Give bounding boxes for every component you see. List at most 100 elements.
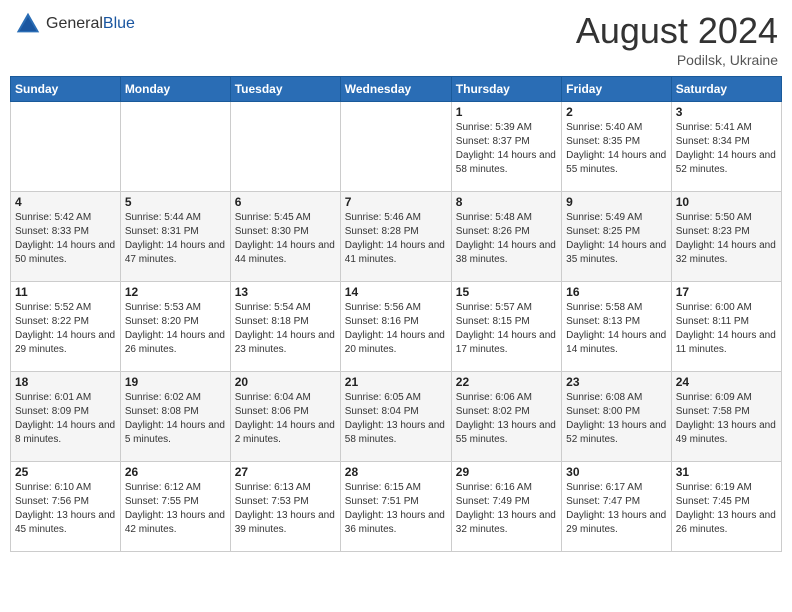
day-header-thursday: Thursday (451, 77, 561, 102)
day-number: 25 (15, 465, 116, 479)
day-header-saturday: Saturday (671, 77, 781, 102)
calendar-cell: 25 Sunrise: 6:10 AMSunset: 7:56 PMDayligh… (11, 462, 121, 552)
logo-blue: Blue (103, 15, 135, 32)
day-info: Sunrise: 5:45 AMSunset: 8:30 PMDaylight:… (235, 211, 336, 267)
day-info: Sunrise: 5:54 AMSunset: 8:18 PMDaylight:… (235, 301, 336, 357)
day-info: Sunrise: 5:40 AMSunset: 8:35 PMDaylight:… (566, 121, 667, 177)
day-info: Sunrise: 6:05 AMSunset: 8:04 PMDaylight:… (345, 391, 447, 447)
day-number: 12 (125, 285, 226, 299)
calendar-cell: 13Sunrise: 5:54 AMSunset: 8:18 PMDayligh… (230, 282, 340, 372)
day-number: 31 (676, 465, 777, 479)
day-number: 4 (15, 195, 116, 209)
day-header-monday: Monday (120, 77, 230, 102)
calendar-cell: 21 Sunrise: 6:05 AMSunset: 8:04 PMDayligh… (340, 372, 451, 462)
day-number: 28 (345, 465, 447, 479)
day-info: Sunrise: 6:16 AMSunset: 7:49 PMDaylight:… (456, 481, 557, 537)
calendar-body: 1 Sunrise: 5:39 AMSunset: 8:37 PMDaylight… (11, 102, 782, 552)
calendar-cell: 10 Sunrise: 5:50 AMSunset: 8:23 PMDayligh… (671, 192, 781, 282)
day-info: Sunrise: 5:49 AMSunset: 8:25 PMDaylight:… (566, 211, 667, 267)
calendar-cell: 16 Sunrise: 5:58 AMSunset: 8:13 PMDayligh… (562, 282, 672, 372)
calendar-cell: 22Sunrise: 6:06 AMSunset: 8:02 PMDayligh… (451, 372, 561, 462)
calendar-table: SundayMondayTuesdayWednesdayThursdayFrid… (10, 76, 782, 552)
calendar-week-3: 11Sunrise: 5:52 AMSunset: 8:22 PMDayligh… (11, 282, 782, 372)
title-block: August 2024 Podilsk, Ukraine (576, 10, 778, 68)
calendar-cell: 20 Sunrise: 6:04 AMSunset: 8:06 PMDayligh… (230, 372, 340, 462)
calendar-cell (120, 102, 230, 192)
day-info: Sunrise: 5:58 AMSunset: 8:13 PMDaylight:… (566, 301, 667, 357)
calendar-cell: 1 Sunrise: 5:39 AMSunset: 8:37 PMDaylight… (451, 102, 561, 192)
calendar-cell: 19 Sunrise: 6:02 AMSunset: 8:08 PMDayligh… (120, 372, 230, 462)
day-header-friday: Friday (562, 77, 672, 102)
day-number: 21 (345, 375, 447, 389)
day-info: Sunrise: 5:48 AMSunset: 8:26 PMDaylight:… (456, 211, 557, 267)
calendar-cell: 30Sunrise: 6:17 AMSunset: 7:47 PMDayligh… (562, 462, 672, 552)
calendar-cell: 5 Sunrise: 5:44 AMSunset: 8:31 PMDaylight… (120, 192, 230, 282)
day-info: Sunrise: 6:01 AMSunset: 8:09 PMDaylight:… (15, 391, 116, 447)
calendar-cell: 15 Sunrise: 5:57 AMSunset: 8:15 PMDayligh… (451, 282, 561, 372)
calendar-cell: 9 Sunrise: 5:49 AMSunset: 8:25 PMDaylight… (562, 192, 672, 282)
day-info: Sunrise: 6:08 AMSunset: 8:00 PMDaylight:… (566, 391, 667, 447)
day-header-row: SundayMondayTuesdayWednesdayThursdayFrid… (11, 77, 782, 102)
calendar-cell: 11Sunrise: 5:52 AMSunset: 8:22 PMDayligh… (11, 282, 121, 372)
calendar-week-5: 25 Sunrise: 6:10 AMSunset: 7:56 PMDayligh… (11, 462, 782, 552)
logo-text: GeneralBlue (46, 15, 135, 33)
logo: GeneralBlue (14, 10, 135, 38)
logo-general: General (46, 15, 103, 32)
day-info: Sunrise: 6:06 AMSunset: 8:02 PMDaylight:… (456, 391, 557, 447)
day-info: Sunrise: 6:10 AMSunset: 7:56 PMDaylight:… (15, 481, 116, 537)
day-info: Sunrise: 6:04 AMSunset: 8:06 PMDaylight:… (235, 391, 336, 447)
day-info: Sunrise: 5:53 AMSunset: 8:20 PMDaylight:… (125, 301, 226, 357)
calendar-cell: 28Sunrise: 6:15 AMSunset: 7:51 PMDayligh… (340, 462, 451, 552)
day-number: 14 (345, 285, 447, 299)
day-number: 24 (676, 375, 777, 389)
day-number: 15 (456, 285, 557, 299)
day-info: Sunrise: 5:41 AMSunset: 8:34 PMDaylight:… (676, 121, 777, 177)
day-number: 29 (456, 465, 557, 479)
day-number: 9 (566, 195, 667, 209)
day-info: Sunrise: 5:44 AMSunset: 8:31 PMDaylight:… (125, 211, 226, 267)
day-info: Sunrise: 5:52 AMSunset: 8:22 PMDaylight:… (15, 301, 116, 357)
day-number: 27 (235, 465, 336, 479)
day-info: Sunrise: 5:42 AMSunset: 8:33 PMDaylight:… (15, 211, 116, 267)
month-year: August 2024 (576, 10, 778, 52)
day-number: 10 (676, 195, 777, 209)
day-number: 8 (456, 195, 557, 209)
day-number: 5 (125, 195, 226, 209)
calendar-cell: 4 Sunrise: 5:42 AMSunset: 8:33 PMDaylight… (11, 192, 121, 282)
calendar-cell (11, 102, 121, 192)
logo-icon (14, 10, 42, 38)
calendar-week-2: 4 Sunrise: 5:42 AMSunset: 8:33 PMDaylight… (11, 192, 782, 282)
day-info: Sunrise: 5:56 AMSunset: 8:16 PMDaylight:… (345, 301, 447, 357)
calendar-cell: 31Sunrise: 6:19 AMSunset: 7:45 PMDayligh… (671, 462, 781, 552)
day-header-wednesday: Wednesday (340, 77, 451, 102)
calendar-cell (340, 102, 451, 192)
calendar-cell: 17Sunrise: 6:00 AMSunset: 8:11 PMDayligh… (671, 282, 781, 372)
day-number: 23 (566, 375, 667, 389)
day-header-tuesday: Tuesday (230, 77, 340, 102)
day-info: Sunrise: 5:39 AMSunset: 8:37 PMDaylight:… (456, 121, 557, 177)
day-number: 19 (125, 375, 226, 389)
day-number: 3 (676, 105, 777, 119)
day-number: 30 (566, 465, 667, 479)
day-info: Sunrise: 5:46 AMSunset: 8:28 PMDaylight:… (345, 211, 447, 267)
day-number: 20 (235, 375, 336, 389)
day-info: Sunrise: 5:50 AMSunset: 8:23 PMDaylight:… (676, 211, 777, 267)
calendar-cell: 27Sunrise: 6:13 AMSunset: 7:53 PMDayligh… (230, 462, 340, 552)
calendar-cell: 23 Sunrise: 6:08 AMSunset: 8:00 PMDayligh… (562, 372, 672, 462)
day-number: 2 (566, 105, 667, 119)
day-info: Sunrise: 6:09 AMSunset: 7:58 PMDaylight:… (676, 391, 777, 447)
calendar-cell: 26Sunrise: 6:12 AMSunset: 7:55 PMDayligh… (120, 462, 230, 552)
calendar-cell: 8 Sunrise: 5:48 AMSunset: 8:26 PMDaylight… (451, 192, 561, 282)
calendar-cell: 7 Sunrise: 5:46 AMSunset: 8:28 PMDaylight… (340, 192, 451, 282)
calendar-header: SundayMondayTuesdayWednesdayThursdayFrid… (11, 77, 782, 102)
calendar-cell (230, 102, 340, 192)
day-header-sunday: Sunday (11, 77, 121, 102)
day-info: Sunrise: 5:57 AMSunset: 8:15 PMDaylight:… (456, 301, 557, 357)
day-number: 1 (456, 105, 557, 119)
day-info: Sunrise: 6:02 AMSunset: 8:08 PMDaylight:… (125, 391, 226, 447)
page-header: GeneralBlue August 2024 Podilsk, Ukraine (10, 10, 782, 68)
day-number: 7 (345, 195, 447, 209)
location: Podilsk, Ukraine (576, 52, 778, 68)
day-number: 16 (566, 285, 667, 299)
calendar-week-1: 1 Sunrise: 5:39 AMSunset: 8:37 PMDaylight… (11, 102, 782, 192)
